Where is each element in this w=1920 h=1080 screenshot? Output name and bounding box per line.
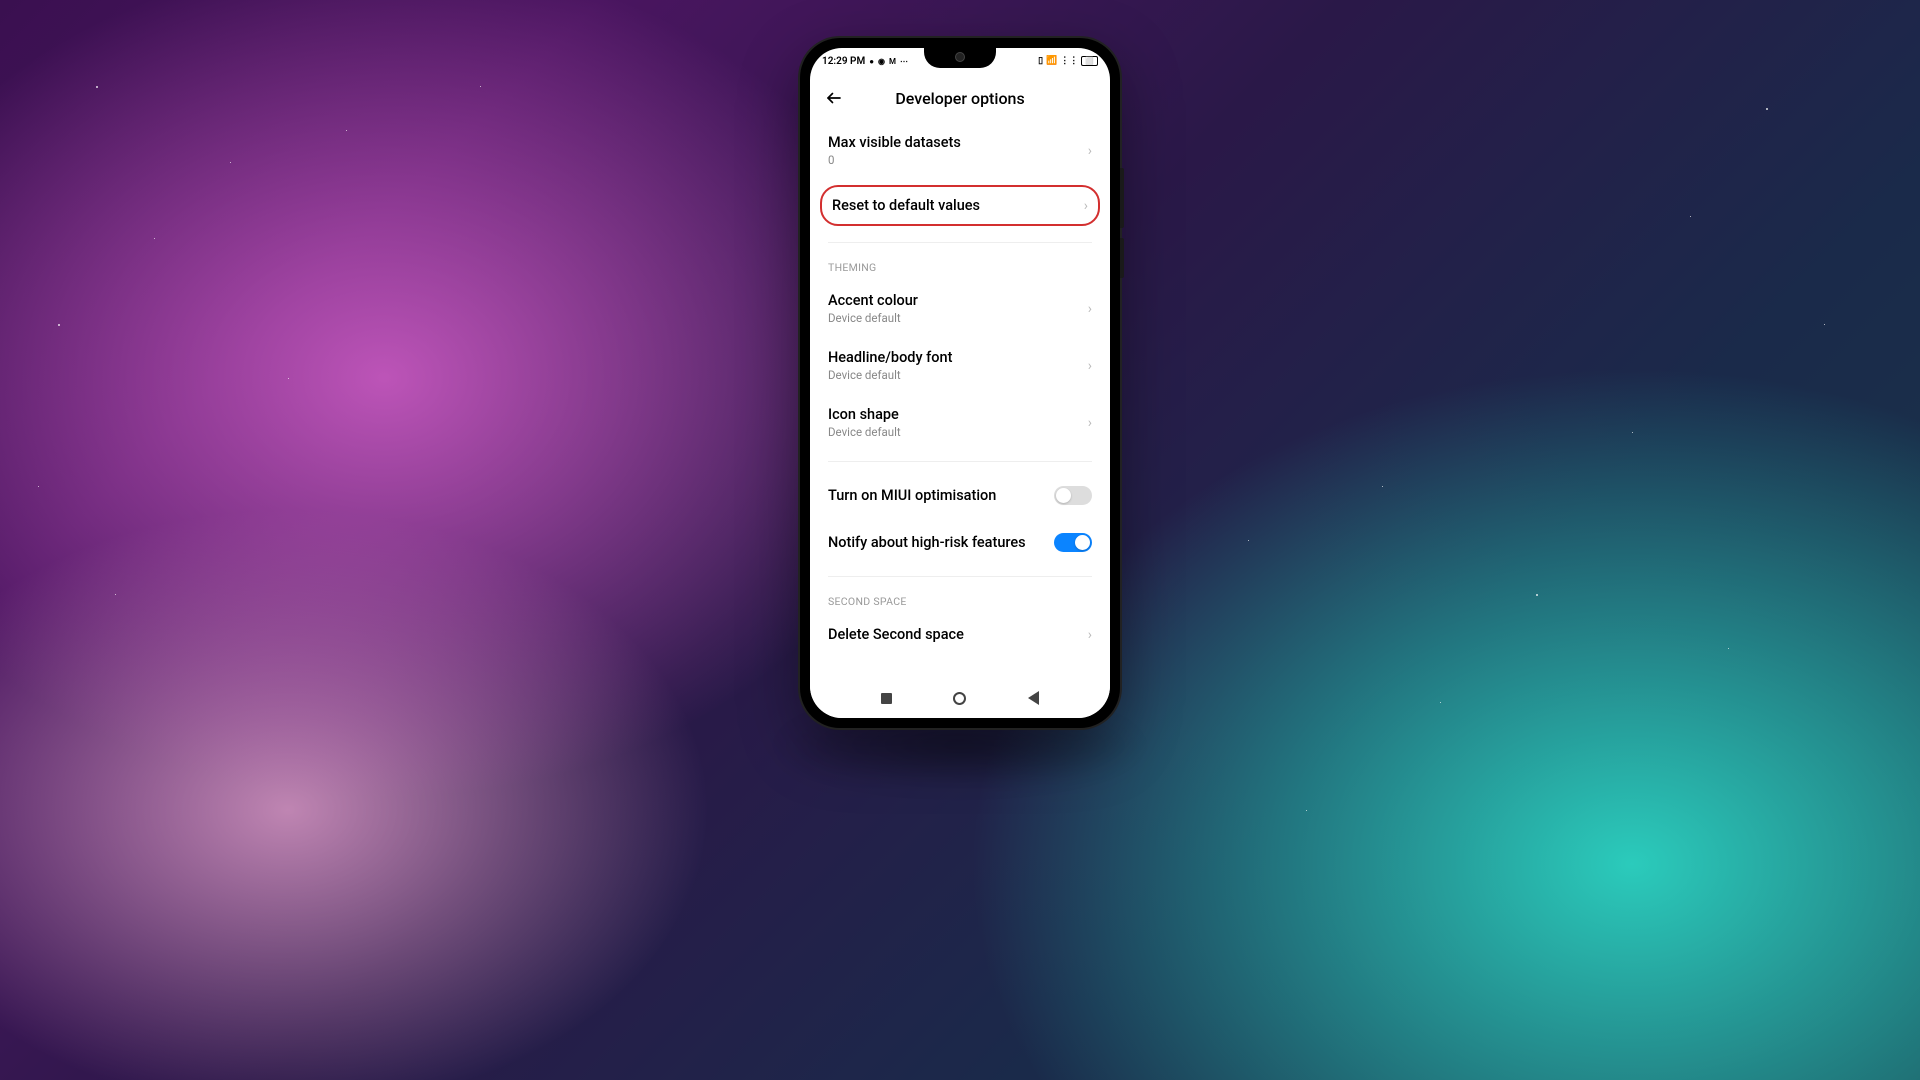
divider [828, 576, 1092, 577]
row-subtitle: 0 [828, 153, 1088, 167]
row-reset-to-default[interactable]: Reset to default values › [820, 185, 1100, 226]
row-title: Max visible datasets [828, 134, 1088, 151]
chevron-right-icon: › [1088, 358, 1092, 374]
row-title: Reset to default values [832, 197, 980, 214]
chevron-right-icon: › [1088, 301, 1092, 317]
chevron-right-icon: › [1088, 143, 1092, 159]
row-subtitle: Device default [828, 368, 1088, 382]
chevron-right-icon: › [1088, 415, 1092, 431]
row-title: Delete Second space [828, 626, 964, 643]
nav-recent-button[interactable] [877, 688, 897, 708]
sim-icon: ▯ [1038, 56, 1043, 66]
phone-frame: 12:29 PM ● ◉ M ⋯ ▯ 📶 ⋮⋮ ⬜ Developer opti… [800, 38, 1120, 728]
navigation-bar [810, 678, 1110, 718]
battery-icon: ⬜ [1081, 56, 1098, 66]
row-title: Icon shape [828, 406, 1088, 423]
circle-icon [953, 692, 966, 705]
notch [924, 48, 996, 68]
status-time: 12:29 PM [822, 56, 865, 67]
divider [828, 242, 1092, 243]
section-second-space: SECOND SPACE [810, 583, 1110, 614]
square-icon [881, 693, 892, 704]
front-camera [955, 52, 965, 62]
row-subtitle: Device default [828, 425, 1088, 439]
row-title: Accent colour [828, 292, 1088, 309]
row-notify-high-risk[interactable]: Notify about high-risk features [810, 519, 1110, 566]
row-delete-second-space[interactable]: Delete Second space › [810, 614, 1110, 655]
triangle-icon [1028, 691, 1039, 705]
status-notification-icons: ● ◉ M ⋯ [869, 57, 909, 66]
row-subtitle: Device default [828, 311, 1088, 325]
row-headline-body-font[interactable]: Headline/body font Device default › [810, 337, 1110, 394]
phone-screen: 12:29 PM ● ◉ M ⋯ ▯ 📶 ⋮⋮ ⬜ Developer opti… [810, 48, 1110, 718]
row-title: Headline/body font [828, 349, 1088, 366]
page-title: Developer options [895, 89, 1024, 108]
row-icon-shape[interactable]: Icon shape Device default › [810, 394, 1110, 451]
row-title: Turn on MIUI optimisation [828, 487, 996, 504]
nav-home-button[interactable] [950, 688, 970, 708]
row-title: Notify about high-risk features [828, 534, 1026, 551]
back-button[interactable] [824, 88, 844, 108]
chevron-right-icon: › [1084, 198, 1088, 214]
volume-button [1120, 168, 1124, 228]
section-theming: THEMING [810, 249, 1110, 280]
power-button [1120, 238, 1124, 278]
settings-list[interactable]: Max visible datasets 0 › Reset to defaul… [810, 122, 1110, 678]
toggle-miui-optimisation[interactable] [1054, 486, 1092, 505]
row-miui-optimisation[interactable]: Turn on MIUI optimisation [810, 472, 1110, 519]
row-max-visible-datasets[interactable]: Max visible datasets 0 › [810, 122, 1110, 179]
wifi-icon: ⋮⋮ [1060, 56, 1078, 66]
chevron-right-icon: › [1088, 627, 1092, 643]
toggle-notify-high-risk[interactable] [1054, 533, 1092, 552]
divider [828, 461, 1092, 462]
row-accent-colour[interactable]: Accent colour Device default › [810, 280, 1110, 337]
toggle-knob [1056, 488, 1071, 503]
app-header: Developer options [810, 74, 1110, 122]
nav-back-button[interactable] [1023, 688, 1043, 708]
toggle-knob [1075, 535, 1090, 550]
signal-icon: 📶 [1046, 56, 1057, 66]
